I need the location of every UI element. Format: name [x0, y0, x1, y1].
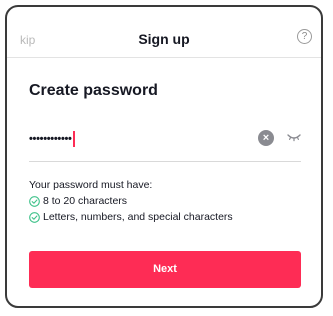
password-masked-value: ••••••••••••	[29, 132, 72, 145]
requirements-title: Your password must have:	[29, 179, 153, 191]
page-title: Sign up	[138, 31, 190, 47]
text-caret	[72, 131, 75, 147]
next-button[interactable]: Next	[29, 251, 301, 288]
help-icon[interactable]: ?	[297, 29, 312, 44]
check-circle-icon	[29, 195, 40, 207]
requirement-item: Letters, numbers, and special characters	[29, 211, 233, 223]
clear-x-icon[interactable]: ×	[258, 130, 274, 146]
device-frame: kip Sign up ? Create password ••••••••••…	[5, 5, 323, 308]
password-input[interactable]: ••••••••••••	[29, 131, 75, 147]
requirement-label: 8 to 20 characters	[43, 195, 128, 207]
requirement-label: Letters, numbers, and special characters	[43, 211, 233, 223]
requirement-item: 8 to 20 characters	[29, 195, 127, 207]
password-field[interactable]: •••••••••••• ×	[29, 127, 301, 162]
create-password-heading: Create password	[29, 82, 158, 99]
header-bar: kip Sign up ?	[7, 7, 321, 58]
check-circle-icon	[29, 211, 40, 223]
eye-closed-icon[interactable]	[287, 132, 301, 142]
